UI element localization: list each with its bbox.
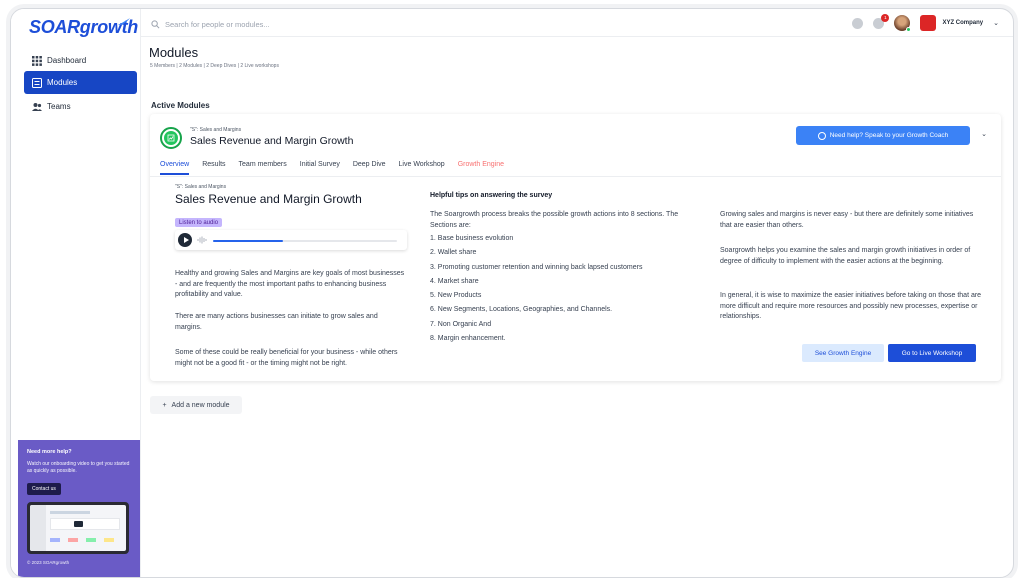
module-card: "S": Sales and Margins Sales Revenue and… [150,114,1001,381]
tips-intro: The Soargrowth process breaks the possib… [430,211,679,229]
copyright: © 2023 SOARgrowth [27,560,70,565]
logo-bird-icon [118,18,130,25]
list-item: 2. Wallet share [430,249,477,257]
overview-paragraph: Healthy and growing Sales and Margins ar… [175,270,405,298]
topbar-actions: 1 XYZ Company ⌄ [852,13,999,32]
add-module-label: Add a new module [171,401,230,409]
page-subtitle: 5 Members | 2 Modules | 2 Deep Dives | 2… [150,63,279,69]
sidebar-item-label: Modules [47,78,78,87]
main-content: Modules 5 Members | 2 Modules | 2 Deep D… [141,37,1013,577]
module-title: Sales Revenue and Margin Growth [190,135,354,147]
audio-progress-fill [213,239,283,242]
list-item: 5. New Products [430,292,482,300]
waveform-icon [197,236,207,244]
tab-overview[interactable]: Overview [160,159,190,175]
see-growth-engine-button[interactable]: See Growth Engine [802,344,884,362]
company-name[interactable]: XYZ Company [942,20,983,26]
headset-icon [817,131,826,140]
tab-growth-engine[interactable]: Growth Engine [458,159,504,175]
tab-team-members[interactable]: Team members [239,159,287,175]
sections-list: 1. Base business evolution 2. Wallet sha… [430,235,642,349]
audio-progress-track[interactable] [213,239,397,242]
help-title: Need more help? [27,449,72,455]
help-icon[interactable] [852,17,864,29]
help-card: Need more help? Watch our onboarding vid… [18,440,140,577]
onboarding-video-thumbnail[interactable] [27,502,129,554]
module-category: "S": Sales and Margins [190,127,242,133]
tabs-divider [150,176,1001,177]
list-item: 3. Promoting customer retention and winn… [430,263,643,271]
section-title: Active Modules [151,101,210,110]
module-tabs: Overview Results Team members Initial Su… [160,159,517,175]
audio-player [175,230,407,250]
help-description: Watch our onboarding video to get you st… [27,461,130,475]
sidebar: SOARgrowth Dashboard Modules Teams Need … [11,9,141,577]
teams-icon [32,102,42,111]
company-logo [920,15,937,31]
notification-badge: 1 [881,13,890,22]
overview-category: "S": Sales and Margins [175,184,227,190]
list-item: 7. Non Organic And [430,320,492,328]
online-status-icon [906,27,912,32]
play-button[interactable] [178,233,192,247]
overview-title: Sales Revenue and Margin Growth [175,192,362,206]
modules-icon [32,77,42,88]
app-window: SOARgrowth Dashboard Modules Teams Need … [10,8,1014,578]
topbar: Search for people or modules... 1 XYZ Co… [141,9,1013,37]
listen-to-audio-label: Listen to audio [175,218,223,227]
search-input[interactable]: Search for people or modules... [165,20,270,29]
tips-paragraph: In general, it is wise to maximize the e… [720,292,982,320]
sidebar-item-modules[interactable]: Modules [24,71,137,94]
module-card-header: "S": Sales and Margins Sales Revenue and… [150,114,1001,156]
sidebar-item-label: Dashboard [47,56,87,65]
collapse-chevron-icon[interactable]: ⌄ [981,130,987,138]
search-icon [151,19,160,28]
tab-live-workshop[interactable]: Live Workshop [399,159,445,175]
list-item: 8. Margin enhancement. [430,335,506,343]
page-title: Modules [149,45,199,60]
overview-paragraph: There are many actions businesses can in… [175,313,378,331]
overview-paragraph: Some of these could be really beneficial… [175,349,398,367]
list-item: 6. New Segments, Locations, Geographies,… [430,306,613,314]
grid-icon [32,55,42,66]
tab-results[interactable]: Results [202,159,225,175]
tab-deep-dive[interactable]: Deep Dive [353,159,386,175]
tips-paragraph: Soargrowth helps you examine the sales a… [720,247,971,265]
notification-bell-icon[interactable]: 1 [873,13,890,29]
add-module-button[interactable]: + Add a new module [150,396,242,414]
plus-icon: + [162,401,167,409]
list-item: 4. Market share [430,277,479,285]
tips-paragraph: Growing sales and margins is never easy … [720,211,974,229]
go-to-live-workshop-button[interactable]: Go to Live Workshop [888,344,976,362]
sidebar-item-teams[interactable]: Teams [24,95,137,118]
growth-coach-button[interactable]: Need help? Speak to your Growth Coach [796,126,970,145]
sidebar-item-dashboard[interactable]: Dashboard [24,49,137,72]
sidebar-item-label: Teams [47,102,71,111]
contact-us-button[interactable]: Contact us [27,482,61,495]
search-bar[interactable]: Search for people or modules... [151,17,777,31]
chart-icon [160,127,182,149]
growth-coach-label: Need help? Speak to your Growth Coach [829,132,949,139]
user-avatar[interactable] [894,15,912,32]
tips-title: Helpful tips on answering the survey [430,192,553,199]
list-item: 1. Base business evolution [430,235,514,242]
tab-initial-survey[interactable]: Initial Survey [300,159,340,175]
chevron-down-icon[interactable]: ⌄ [993,19,999,27]
